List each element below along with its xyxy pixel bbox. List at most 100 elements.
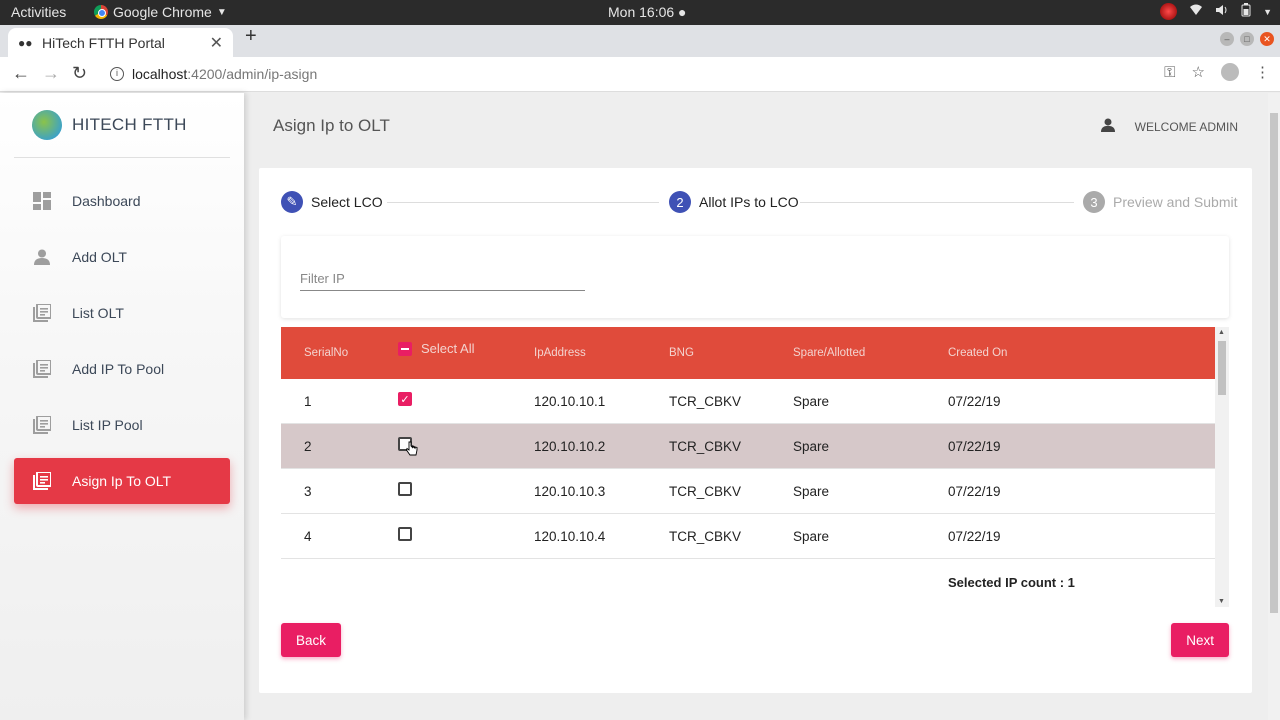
clock[interactable]: Mon 16:06 ● (608, 4, 687, 20)
dashboard-icon (32, 191, 52, 211)
sidebar-item-list-ip-pool[interactable]: List IP Pool (14, 402, 230, 448)
table-row[interactable]: 3 120.10.10.3 TCR_CBKV Spare 07/22/19 (281, 469, 1215, 514)
select-all-checkbox[interactable] (398, 342, 412, 356)
cell-created: 07/22/19 (948, 393, 1001, 409)
person-icon (1100, 118, 1115, 135)
back-button[interactable]: Back (281, 623, 342, 657)
library-books-icon (32, 359, 52, 379)
step-allot-ips[interactable]: 2 Allot IPs to LCO (669, 191, 799, 213)
table-row[interactable]: 1 ✓ 120.10.10.1 TCR_CBKV Spare 07/22/19 (281, 379, 1215, 424)
profile-avatar[interactable] (1221, 63, 1239, 81)
scrollbar-thumb[interactable] (1218, 341, 1226, 395)
user-menu[interactable]: WELCOME ADMIN (1100, 118, 1238, 135)
step-select-lco[interactable]: ✎ Select LCO (281, 191, 383, 213)
library-books-icon (32, 415, 52, 435)
page: HITECH FTTH Dashboard Add OLT List OLT A… (0, 93, 1280, 720)
system-tray[interactable]: ▼ (1160, 3, 1272, 20)
sidebar-item-add-olt[interactable]: Add OLT (14, 234, 230, 280)
filter-ip-input[interactable] (300, 266, 585, 291)
info-icon[interactable]: i (110, 67, 124, 81)
star-icon[interactable]: ☆ (1192, 63, 1205, 81)
table-scrollbar[interactable]: ▲ ▼ (1215, 327, 1229, 607)
app-menu[interactable]: Google Chrome ▼ (94, 4, 227, 20)
row-checkbox[interactable] (398, 482, 412, 496)
caret-down-icon: ▼ (1263, 6, 1272, 17)
next-button[interactable]: Next (1171, 623, 1229, 657)
sidebar-item-add-ip-to-pool[interactable]: Add IP To Pool (14, 346, 230, 392)
column-header-bng[interactable]: BNG (669, 327, 694, 379)
cell-serial: 1 (304, 393, 312, 409)
app-menu-label: Google Chrome (113, 4, 212, 20)
record-icon[interactable] (1160, 3, 1178, 20)
cell-bng: TCR_CBKV (669, 483, 742, 499)
new-tab-button[interactable]: + (245, 25, 257, 48)
stepper-divider (387, 202, 659, 203)
cell-status: Spare (793, 438, 830, 454)
reload-icon[interactable]: ↻ (72, 63, 87, 84)
step-label: Preview and Submit (1113, 194, 1238, 210)
row-checkbox[interactable]: ✓ (398, 392, 412, 406)
column-header-created-on[interactable]: Created On (948, 327, 1007, 379)
brand[interactable]: HITECH FTTH (14, 93, 230, 158)
select-all-label: Select All (421, 341, 475, 356)
cell-created: 07/22/19 (948, 438, 1001, 454)
close-tab-icon[interactable]: ✕ (210, 33, 223, 53)
browser-tab[interactable]: ●● HiTech FTTH Portal ✕ (8, 28, 233, 57)
table-row[interactable]: 2 120.10.10.2 TCR_CBKV Spare 07/22/19 (281, 424, 1215, 469)
edit-pencil-icon: ✎ (281, 191, 303, 213)
url-field[interactable]: i localhost:4200/admin/ip-asign (110, 66, 317, 82)
scroll-down-icon[interactable]: ▼ (1218, 598, 1225, 605)
tab-strip: ●● HiTech FTTH Portal ✕ + – □ ✕ (0, 25, 1280, 57)
battery-icon (1241, 3, 1251, 20)
cell-status: Spare (793, 528, 830, 544)
address-bar: ← → ↻ i localhost:4200/admin/ip-asign ⚿ … (0, 57, 1280, 92)
chrome-icon (94, 5, 108, 19)
sidebar-item-label: Add OLT (72, 249, 127, 265)
page-title: Asign Ip to OLT (273, 116, 390, 135)
sidebar-item-label: Dashboard (72, 193, 141, 209)
close-window-button[interactable]: ✕ (1260, 32, 1274, 46)
key-icon[interactable]: ⚿ (1164, 64, 1175, 81)
scrollbar-thumb[interactable] (1270, 113, 1278, 613)
cell-created: 07/22/19 (948, 483, 1001, 499)
menu-dots-icon[interactable]: ⋮ (1255, 63, 1270, 81)
cell-bng: TCR_CBKV (669, 528, 742, 544)
caret-down-icon: ▼ (216, 6, 227, 18)
activities-button[interactable]: Activities (11, 4, 66, 20)
main-card: ✎ Select LCO 2 Allot IPs to LCO 3 Previe… (259, 168, 1252, 693)
welcome-text: WELCOME ADMIN (1134, 119, 1238, 134)
cell-ip: 120.10.10.3 (534, 483, 606, 499)
sidebar-item-label: List IP Pool (72, 417, 143, 433)
tab-title: HiTech FTTH Portal (42, 34, 165, 51)
cell-select (398, 469, 412, 513)
column-header-ipaddress[interactable]: IpAddress (534, 327, 586, 379)
cell-status: Spare (793, 483, 830, 499)
sidebar-item-dashboard[interactable]: Dashboard (14, 178, 230, 224)
maximize-button[interactable]: □ (1240, 32, 1254, 46)
cell-ip: 120.10.10.4 (534, 528, 606, 544)
row-checkbox[interactable] (398, 527, 412, 541)
filter-panel (281, 236, 1229, 318)
step-preview-submit[interactable]: 3 Preview and Submit (1083, 191, 1238, 213)
scroll-up-icon[interactable]: ▲ (1218, 329, 1225, 336)
forward-arrow-icon[interactable]: → (42, 63, 60, 84)
cell-bng: TCR_CBKV (669, 438, 742, 454)
column-header-serialno[interactable]: SerialNo (304, 327, 348, 379)
volume-icon (1215, 4, 1229, 19)
wifi-icon (1189, 4, 1203, 19)
sidebar-item-asign-ip-to-olt[interactable]: Asign Ip To OLT (14, 458, 230, 504)
sidebar: HITECH FTTH Dashboard Add OLT List OLT A… (0, 93, 244, 720)
cell-serial: 3 (304, 483, 312, 499)
column-header-spare-allotted[interactable]: Spare/Allotted (793, 327, 865, 379)
select-all-control[interactable]: Select All (398, 327, 474, 379)
cell-select: ✓ (398, 379, 412, 423)
sidebar-item-label: Add IP To Pool (72, 361, 165, 377)
sidebar-item-list-olt[interactable]: List OLT (14, 290, 230, 336)
library-books-icon (32, 303, 52, 323)
back-arrow-icon[interactable]: ← (12, 63, 30, 84)
step-number: 3 (1083, 191, 1105, 213)
page-scrollbar[interactable] (1268, 93, 1280, 720)
table-row[interactable]: 4 120.10.10.4 TCR_CBKV Spare 07/22/19 (281, 514, 1215, 559)
minimize-button[interactable]: – (1220, 32, 1234, 46)
cell-select (398, 514, 412, 558)
